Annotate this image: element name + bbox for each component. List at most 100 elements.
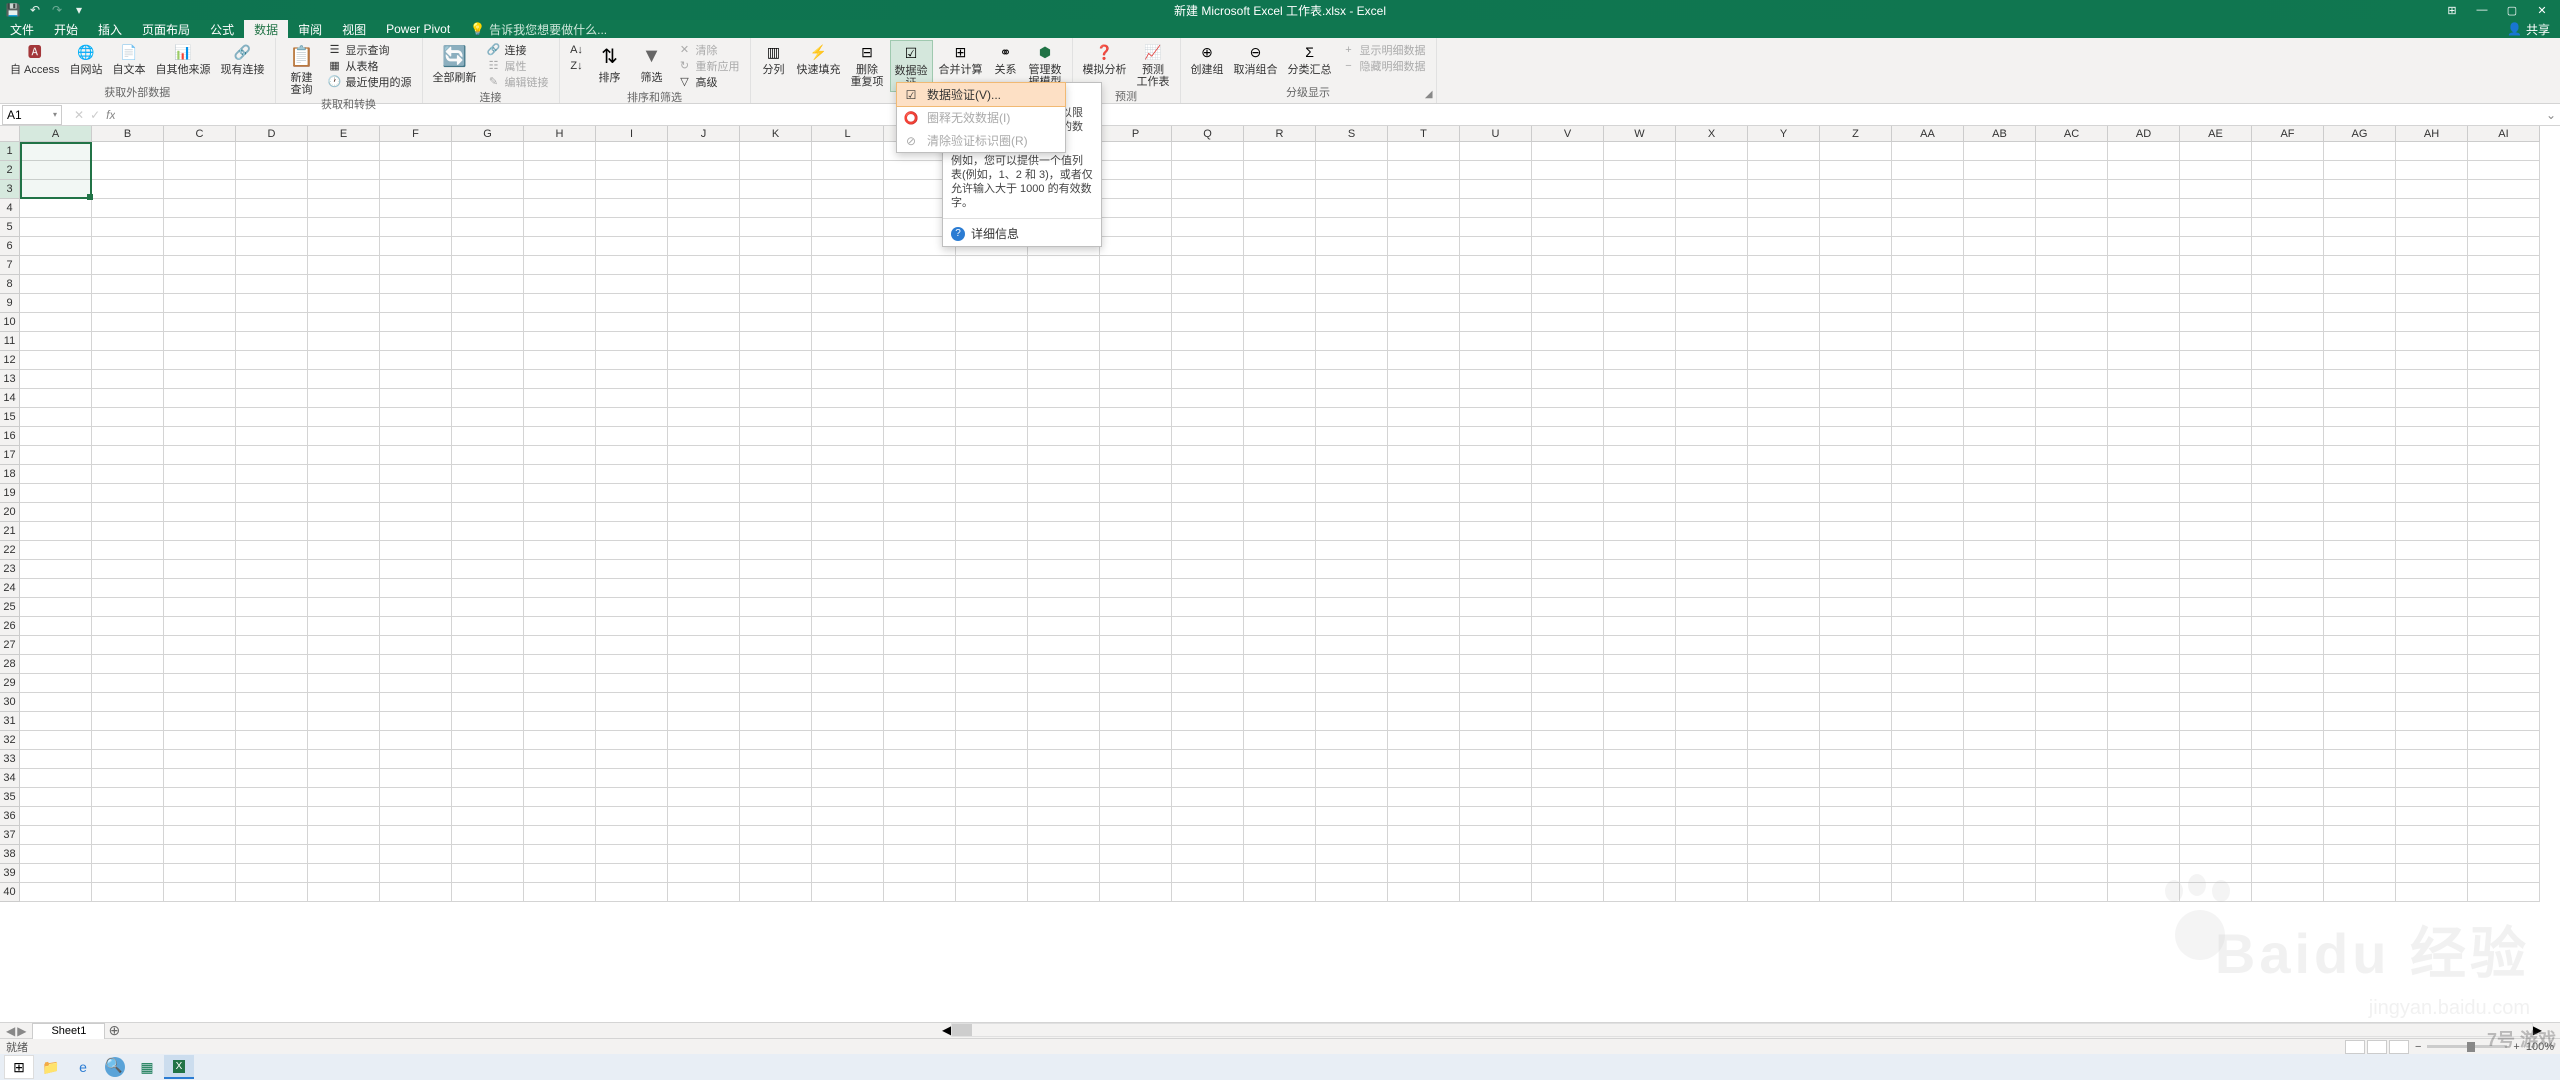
cell[interactable] <box>2396 598 2468 617</box>
cell[interactable] <box>1676 351 1748 370</box>
tell-me-search[interactable]: 💡告诉我您想要做什么... <box>470 20 607 38</box>
cell[interactable] <box>20 332 92 351</box>
cell[interactable] <box>2108 655 2180 674</box>
cell[interactable] <box>308 788 380 807</box>
cell[interactable] <box>1676 161 1748 180</box>
cell[interactable] <box>1388 598 1460 617</box>
cell[interactable] <box>1748 617 1820 636</box>
cell[interactable] <box>92 275 164 294</box>
cell[interactable] <box>308 826 380 845</box>
cell[interactable] <box>1892 693 1964 712</box>
cell[interactable] <box>2468 199 2540 218</box>
cell[interactable] <box>2324 560 2396 579</box>
row-header[interactable]: 25 <box>0 598 20 617</box>
cell[interactable] <box>164 807 236 826</box>
row-header[interactable]: 14 <box>0 389 20 408</box>
cell[interactable] <box>740 655 812 674</box>
cell[interactable] <box>1532 161 1604 180</box>
cell[interactable] <box>2396 541 2468 560</box>
cell[interactable] <box>1964 655 2036 674</box>
cell[interactable] <box>1028 636 1100 655</box>
cell[interactable] <box>1028 579 1100 598</box>
cell[interactable] <box>1388 845 1460 864</box>
cell[interactable] <box>1604 807 1676 826</box>
cell[interactable] <box>884 541 956 560</box>
cell[interactable] <box>1532 465 1604 484</box>
cell[interactable] <box>380 370 452 389</box>
cell[interactable] <box>884 807 956 826</box>
cell[interactable] <box>1028 750 1100 769</box>
start-button[interactable]: ⊞ <box>4 1055 34 1079</box>
cell[interactable] <box>812 845 884 864</box>
cell[interactable] <box>2180 446 2252 465</box>
cell[interactable] <box>1604 845 1676 864</box>
cell[interactable] <box>1244 351 1316 370</box>
cell[interactable] <box>92 769 164 788</box>
row-header[interactable]: 30 <box>0 693 20 712</box>
cell[interactable] <box>2180 579 2252 598</box>
cell[interactable] <box>1316 161 1388 180</box>
cell[interactable] <box>2396 503 2468 522</box>
show-detail-button[interactable]: +显示明细数据 <box>1342 42 1426 57</box>
cell[interactable] <box>2324 446 2396 465</box>
cell[interactable] <box>596 446 668 465</box>
cell[interactable] <box>2252 826 2324 845</box>
column-header[interactable]: AB <box>1964 126 2036 142</box>
cell[interactable] <box>1748 427 1820 446</box>
cell[interactable] <box>740 522 812 541</box>
cell[interactable] <box>1316 845 1388 864</box>
cell[interactable] <box>1892 598 1964 617</box>
cell[interactable] <box>1820 693 1892 712</box>
cell[interactable] <box>524 218 596 237</box>
cell[interactable] <box>1388 883 1460 902</box>
cell[interactable] <box>1172 845 1244 864</box>
hide-detail-button[interactable]: −隐藏明细数据 <box>1342 58 1426 73</box>
cell[interactable] <box>92 845 164 864</box>
cell[interactable] <box>2468 294 2540 313</box>
cell[interactable] <box>524 750 596 769</box>
cell[interactable] <box>812 522 884 541</box>
cell[interactable] <box>2108 484 2180 503</box>
cell[interactable] <box>2468 807 2540 826</box>
cell[interactable] <box>380 712 452 731</box>
cell[interactable] <box>2108 218 2180 237</box>
cell[interactable] <box>596 465 668 484</box>
column-header[interactable]: Q <box>1172 126 1244 142</box>
cell[interactable] <box>1100 674 1172 693</box>
cell[interactable] <box>1244 769 1316 788</box>
cell[interactable] <box>596 408 668 427</box>
cell[interactable] <box>1388 275 1460 294</box>
cell[interactable] <box>1748 693 1820 712</box>
cell[interactable] <box>668 256 740 275</box>
cell[interactable] <box>1460 598 1532 617</box>
cell[interactable] <box>1028 522 1100 541</box>
cell[interactable] <box>1316 351 1388 370</box>
cell[interactable] <box>1748 807 1820 826</box>
cell[interactable] <box>1460 446 1532 465</box>
cell[interactable] <box>2324 579 2396 598</box>
cell[interactable] <box>1028 788 1100 807</box>
cell[interactable] <box>308 522 380 541</box>
cell[interactable] <box>1964 693 2036 712</box>
cell[interactable] <box>524 199 596 218</box>
cell[interactable] <box>308 237 380 256</box>
cell[interactable] <box>1100 864 1172 883</box>
normal-view-button[interactable] <box>2345 1040 2365 1054</box>
cell[interactable] <box>2468 142 2540 161</box>
row-header[interactable]: 33 <box>0 750 20 769</box>
cell[interactable] <box>524 712 596 731</box>
cell[interactable] <box>1460 142 1532 161</box>
cell[interactable] <box>1820 655 1892 674</box>
cell[interactable] <box>1460 807 1532 826</box>
cell[interactable] <box>596 864 668 883</box>
column-header[interactable]: AI <box>2468 126 2540 142</box>
cell[interactable] <box>668 579 740 598</box>
cell[interactable] <box>524 769 596 788</box>
cell[interactable] <box>2180 218 2252 237</box>
cell[interactable] <box>2252 142 2324 161</box>
cell[interactable] <box>1172 560 1244 579</box>
cell[interactable] <box>2108 598 2180 617</box>
tooltip-help-link[interactable]: ?详细信息 <box>943 221 1101 246</box>
cell[interactable] <box>812 142 884 161</box>
cell[interactable] <box>2396 769 2468 788</box>
